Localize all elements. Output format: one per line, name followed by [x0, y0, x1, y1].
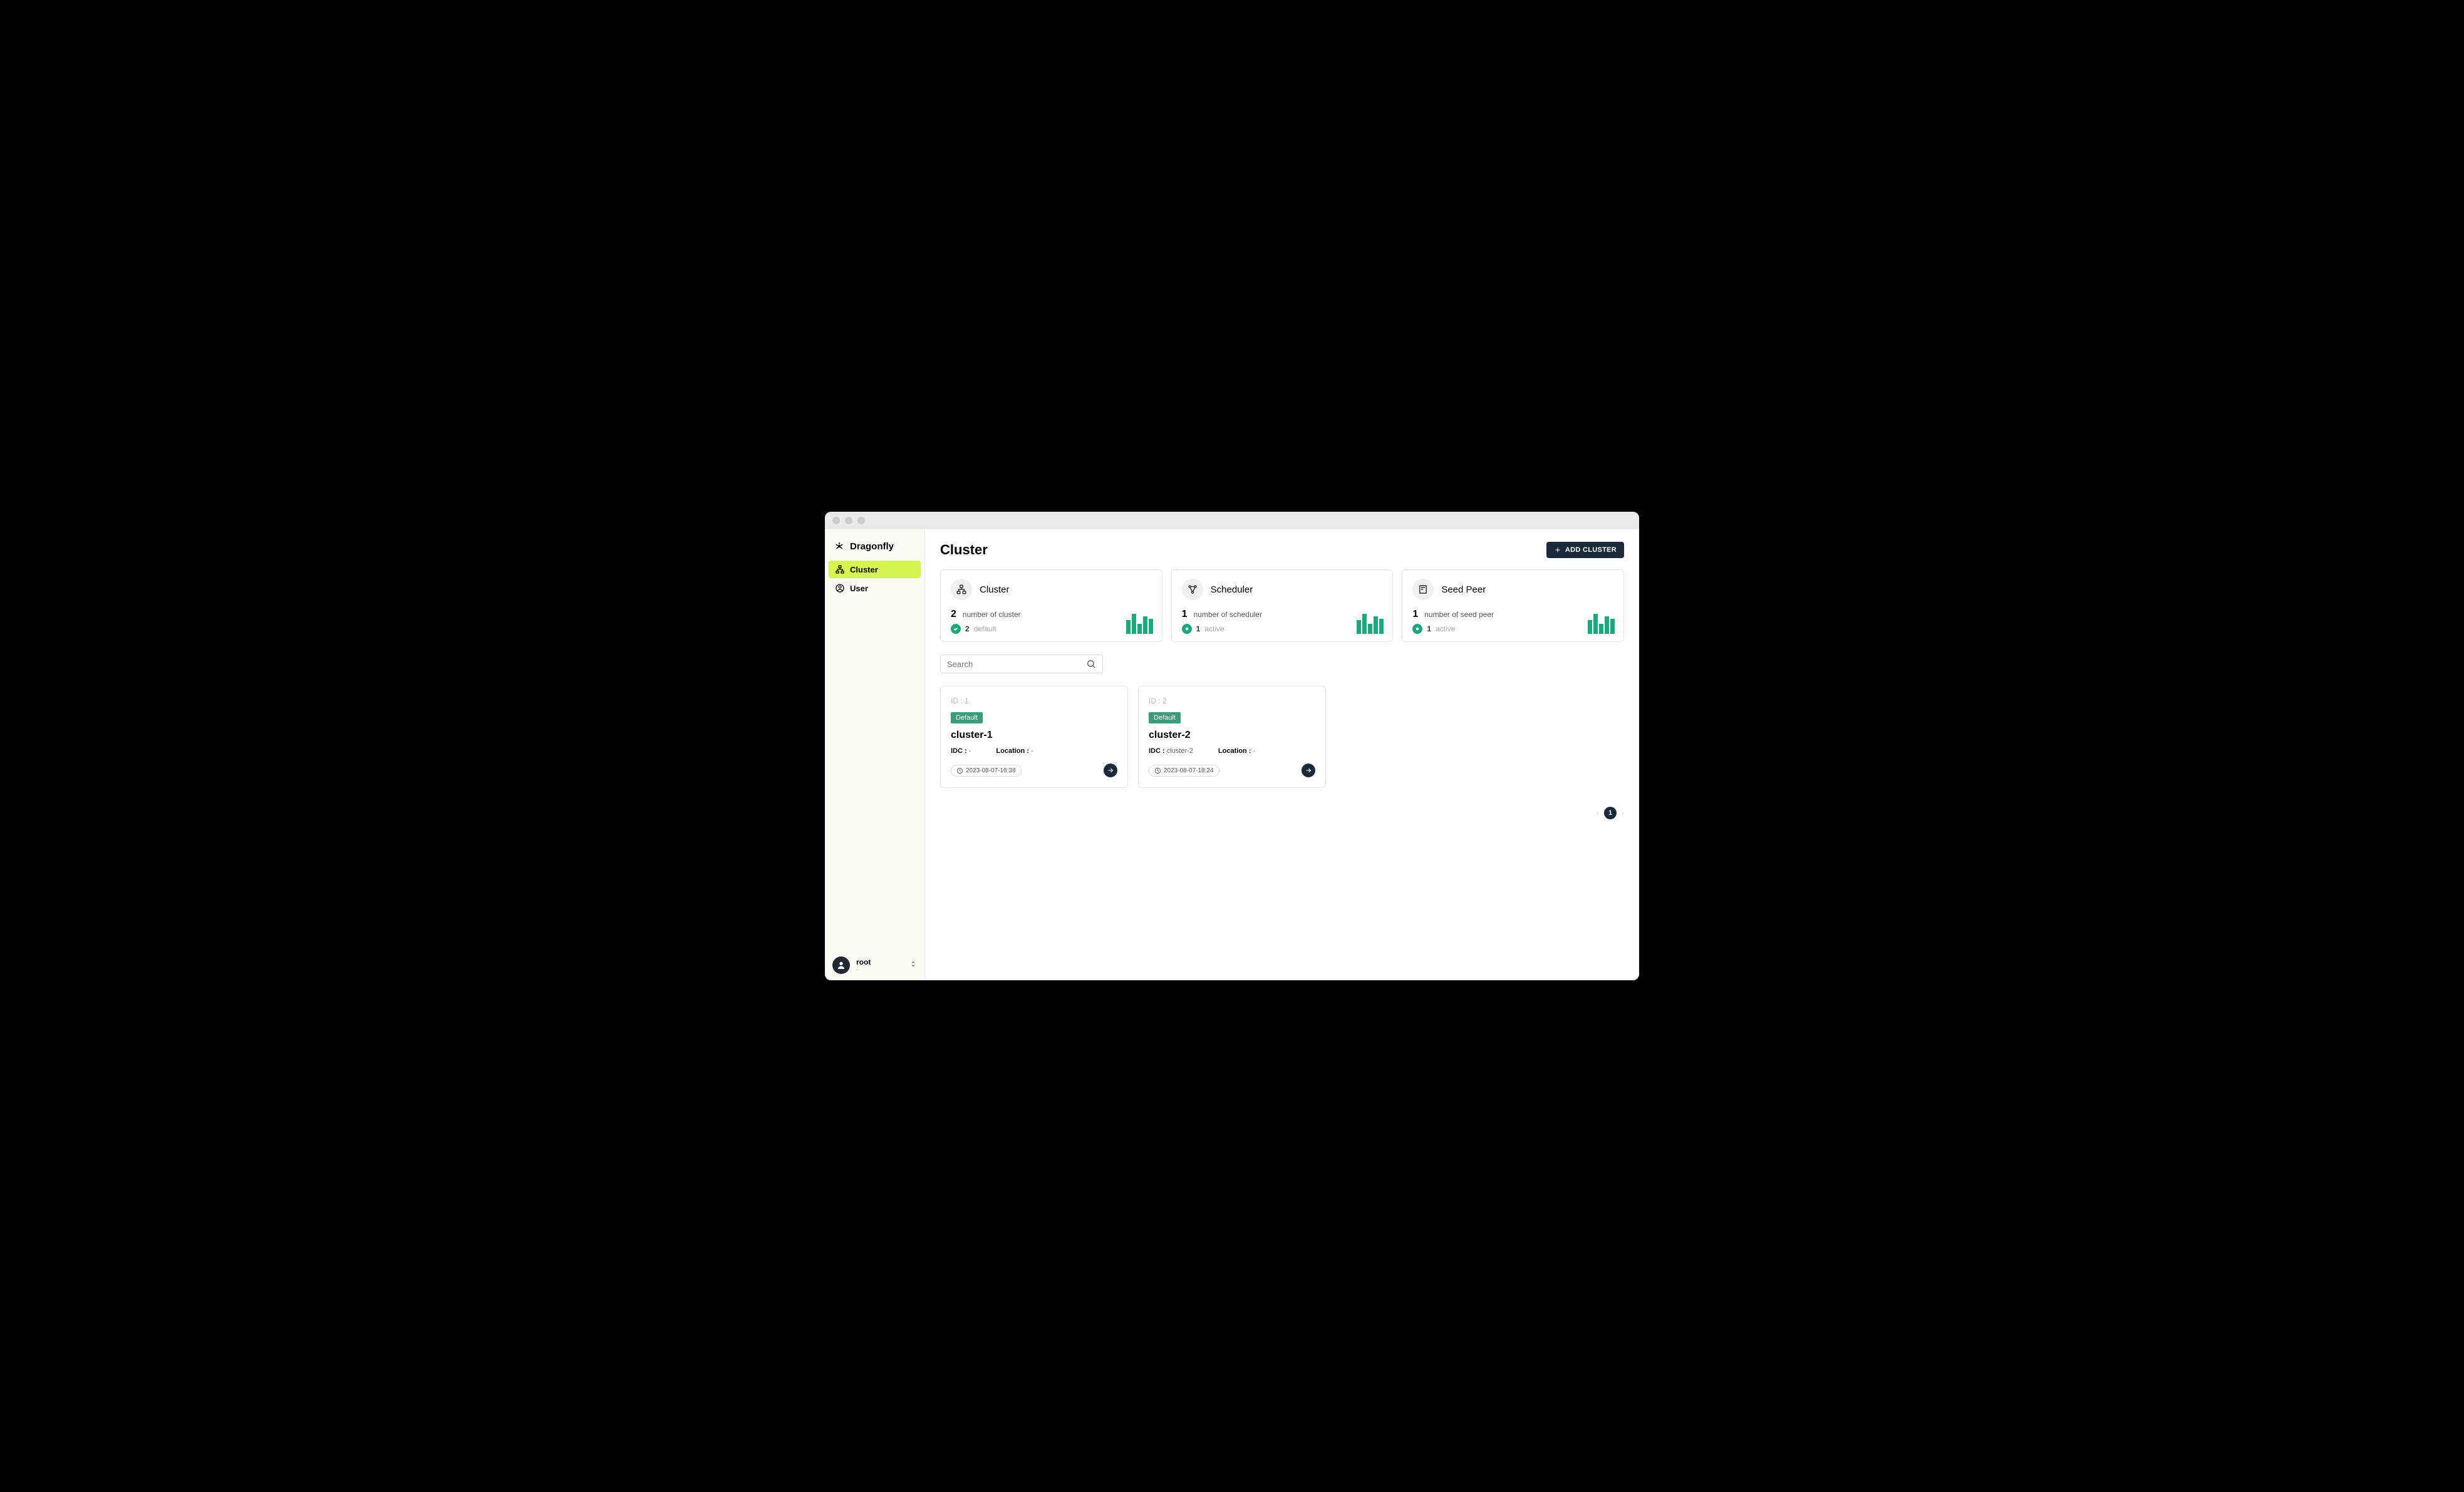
- app-body: Dragonfly Cluster: [825, 529, 1639, 980]
- arrow-right-icon: [1107, 767, 1114, 774]
- plus-icon: [1554, 546, 1561, 554]
- search-icon: [1086, 659, 1096, 669]
- stat-count: 1: [1412, 609, 1418, 620]
- open-cluster-button[interactable]: [1302, 764, 1315, 777]
- mini-chart-icon: [1126, 614, 1153, 634]
- mini-chart-icon: [1588, 614, 1615, 634]
- page-header: Cluster ADD CLUSTER: [940, 542, 1624, 558]
- pager-next[interactable]: ›: [1622, 809, 1624, 817]
- stat-title: Scheduler: [1211, 584, 1253, 595]
- user-icon: [835, 583, 845, 593]
- brand: Dragonfly: [825, 529, 924, 561]
- default-badge: Default: [951, 712, 983, 723]
- pagination: ‹ 1 ›: [940, 807, 1624, 819]
- cluster-id: ID : 2: [1149, 697, 1315, 705]
- check-icon: [951, 624, 961, 634]
- app-window: Dragonfly Cluster: [825, 512, 1639, 980]
- sidebar-user[interactable]: root -: [825, 950, 924, 980]
- cluster-card: ID : 2 Default cluster-2 IDC : cluster-2…: [1138, 686, 1326, 788]
- add-button-label: ADD CLUSTER: [1565, 546, 1617, 554]
- stat-card-seedpeer: Seed Peer 1 number of seed peer 1 active: [1402, 569, 1624, 642]
- arrow-right-icon: [1305, 767, 1312, 774]
- sidebar: Dragonfly Cluster: [825, 529, 925, 980]
- stat-icon-seedpeer: [1412, 579, 1434, 600]
- pin-icon: [1182, 624, 1192, 634]
- stat-count-label: number of scheduler: [1194, 610, 1262, 619]
- stat-sub-count: 2: [965, 624, 970, 633]
- timestamp-chip: 2023-08-07-16:38: [951, 765, 1022, 777]
- location-label: Location :: [1218, 747, 1251, 755]
- stat-sub-count: 1: [1196, 624, 1201, 633]
- traffic-close[interactable]: [832, 517, 840, 524]
- titlebar: [825, 512, 1639, 529]
- seedpeer-icon: [1417, 584, 1429, 595]
- cluster-name: cluster-1: [951, 730, 1117, 741]
- cluster-card: ID : 1 Default cluster-1 IDC : - Locatio…: [940, 686, 1128, 788]
- stat-sub-label: active: [1204, 624, 1224, 633]
- stats-row: Cluster 2 number of cluster 2 default: [940, 569, 1624, 642]
- timestamp: 2023-08-07-16:38: [966, 767, 1016, 774]
- scheduler-icon: [1187, 584, 1198, 595]
- cluster-id: ID : 1: [951, 697, 1117, 705]
- stat-title: Cluster: [980, 584, 1010, 595]
- location-label: Location :: [996, 747, 1029, 755]
- pager-page[interactable]: 1: [1604, 807, 1617, 819]
- cluster-icon: [835, 564, 845, 574]
- idc-value: cluster-2: [1167, 747, 1193, 755]
- avatar: [832, 956, 850, 974]
- user-meta: root -: [856, 958, 903, 973]
- brand-name: Dragonfly: [850, 541, 894, 552]
- traffic-maximize[interactable]: [857, 517, 865, 524]
- expand-toggle[interactable]: [909, 960, 917, 971]
- idc-label: IDC :: [1149, 747, 1165, 755]
- search-box[interactable]: [940, 655, 1103, 673]
- nav-item-label: User: [850, 584, 868, 593]
- cluster-icon: [956, 584, 967, 595]
- pin-icon: [1412, 624, 1422, 634]
- pager-prev[interactable]: ‹: [1597, 809, 1599, 817]
- timestamp-chip: 2023-08-07-18:24: [1149, 765, 1219, 777]
- cluster-name: cluster-2: [1149, 730, 1315, 741]
- avatar-icon: [836, 960, 846, 970]
- clock-icon: [956, 767, 963, 774]
- traffic-minimize[interactable]: [845, 517, 852, 524]
- idc-value: -: [969, 747, 971, 755]
- location-value: -: [1031, 747, 1033, 755]
- stat-count-label: number of seed peer: [1424, 610, 1494, 619]
- clock-icon: [1154, 767, 1161, 774]
- dragonfly-logo-icon: [834, 541, 845, 552]
- stat-sub-label: active: [1436, 624, 1455, 633]
- stat-count-label: number of cluster: [963, 610, 1021, 619]
- cluster-meta: IDC : - Location : -: [951, 747, 1117, 755]
- stat-icon-cluster: [951, 579, 972, 600]
- nav-item-user[interactable]: User: [829, 579, 921, 597]
- page-title: Cluster: [940, 542, 988, 558]
- user-name: root: [856, 958, 903, 966]
- nav: Cluster User: [825, 561, 924, 598]
- timestamp: 2023-08-07-18:24: [1164, 767, 1214, 774]
- user-sub: -: [856, 966, 903, 973]
- stat-count: 1: [1182, 609, 1188, 620]
- stat-card-scheduler: Scheduler 1 number of scheduler 1 active: [1171, 569, 1394, 642]
- stat-card-cluster: Cluster 2 number of cluster 2 default: [940, 569, 1162, 642]
- search-input[interactable]: [947, 660, 1086, 669]
- stat-sub-label: default: [974, 624, 996, 633]
- mini-chart-icon: [1357, 614, 1384, 634]
- stat-sub-count: 1: [1427, 624, 1431, 633]
- main: Cluster ADD CLUSTER: [925, 529, 1639, 980]
- stat-title: Seed Peer: [1441, 584, 1486, 595]
- idc-label: IDC :: [951, 747, 967, 755]
- nav-item-cluster[interactable]: Cluster: [829, 561, 921, 578]
- stat-count: 2: [951, 609, 956, 620]
- chevron-up-down-icon: [909, 960, 917, 968]
- open-cluster-button[interactable]: [1104, 764, 1117, 777]
- location-value: -: [1253, 747, 1256, 755]
- clusters-grid: ID : 1 Default cluster-1 IDC : - Locatio…: [940, 686, 1624, 788]
- add-cluster-button[interactable]: ADD CLUSTER: [1546, 542, 1624, 558]
- cluster-meta: IDC : cluster-2 Location : -: [1149, 747, 1315, 755]
- default-badge: Default: [1149, 712, 1181, 723]
- nav-item-label: Cluster: [850, 565, 878, 574]
- stat-icon-scheduler: [1182, 579, 1203, 600]
